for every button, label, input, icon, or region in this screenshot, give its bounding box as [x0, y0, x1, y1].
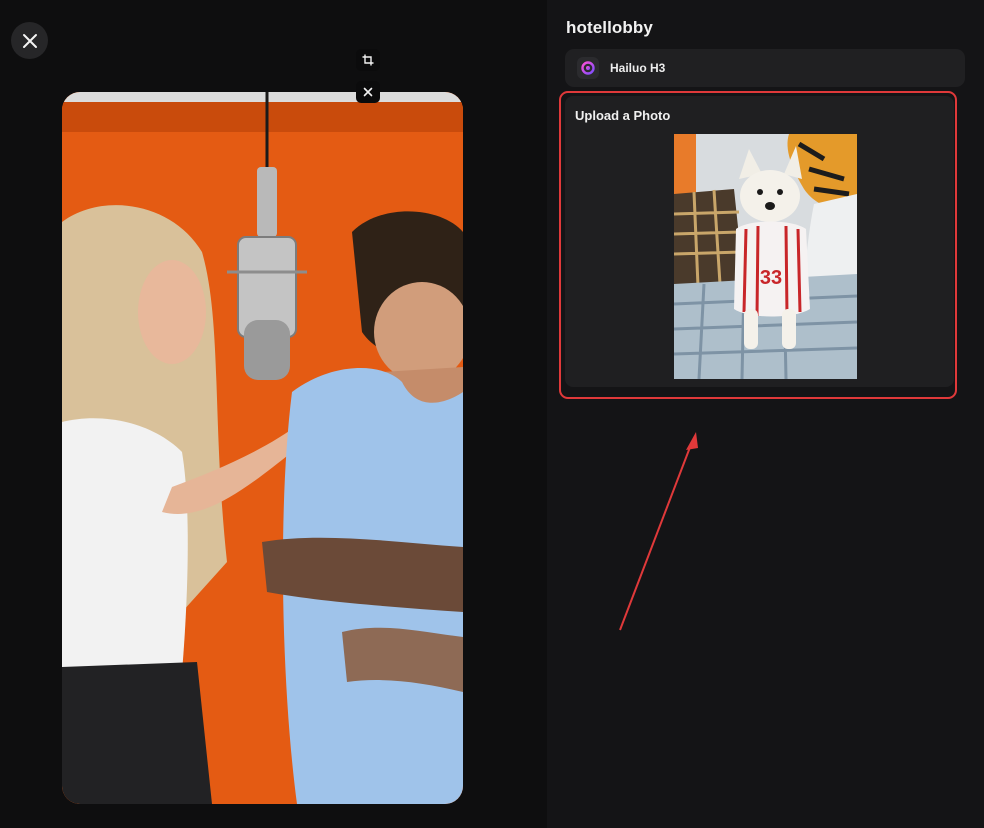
page-title: hotellobby	[566, 18, 653, 37]
model-label: Hailuo H3	[610, 61, 666, 75]
video-frame-image	[62, 92, 463, 804]
model-selector[interactable]: Hailuo H3	[565, 49, 965, 87]
upload-photo-panel: Upload a Photo 33	[565, 96, 954, 387]
crop-icon	[362, 54, 374, 66]
photo-image: 33	[674, 134, 857, 379]
remove-photo-button[interactable]	[356, 81, 380, 103]
video-preview[interactable]	[62, 92, 463, 804]
x-icon	[363, 87, 373, 97]
close-button[interactable]	[11, 22, 48, 59]
jersey-number: 33	[760, 267, 782, 289]
hailuo-logo-icon	[577, 57, 599, 79]
close-icon	[22, 33, 37, 48]
crop-button[interactable]	[356, 49, 380, 71]
upload-title: Upload a Photo	[575, 108, 671, 123]
uploaded-photo[interactable]: 33	[674, 134, 857, 379]
